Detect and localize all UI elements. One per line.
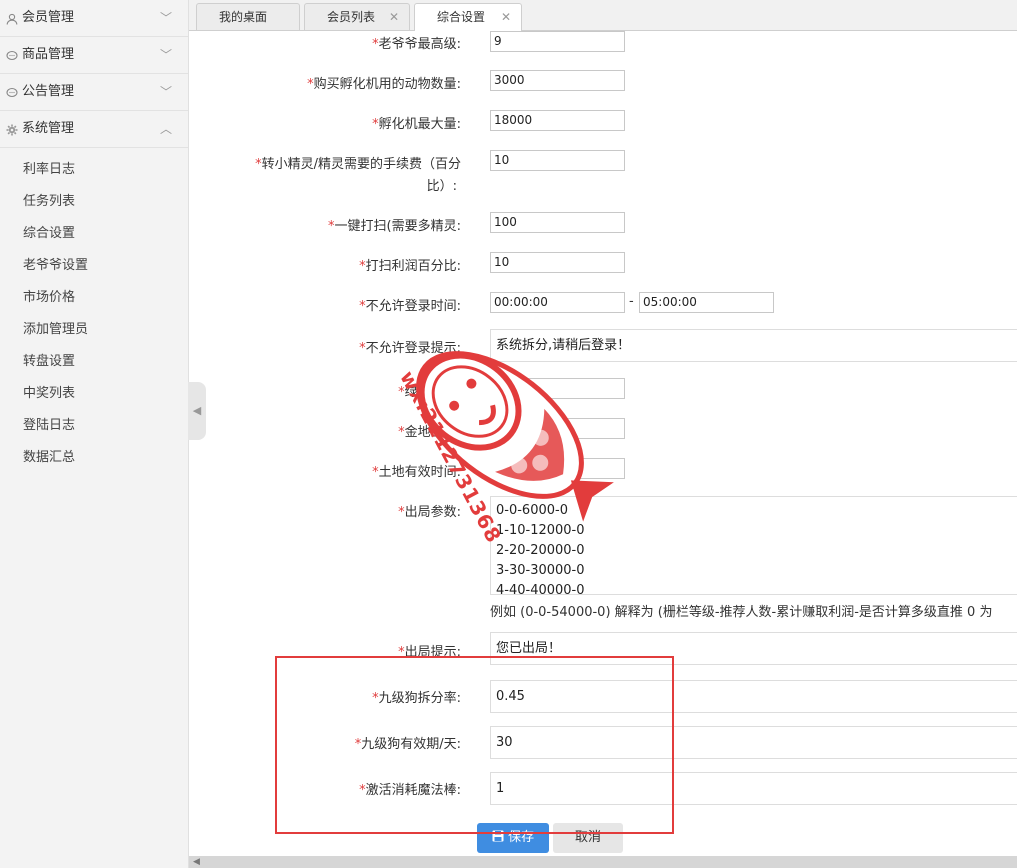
- field-label: *不允许登录时间:: [359, 299, 461, 314]
- horizontal-scrollbar[interactable]: ◀: [189, 856, 1017, 868]
- close-icon[interactable]: ✕: [389, 4, 399, 30]
- app-root: 会员管理 ﹀ 商品管理 ﹀ 公告管理 ﹀ 系统管理 ︿ 利率日志 任务列表 综合…: [0, 0, 1017, 868]
- user-icon: [5, 0, 19, 36]
- sidebar-item-wheel-settings[interactable]: 转盘设置: [0, 346, 188, 378]
- gear-icon: [5, 111, 19, 147]
- field-label-continuation: 比）:: [426, 179, 457, 194]
- sidebar-item-rate-log[interactable]: 利率日志: [0, 154, 188, 186]
- sidebar-group-label: 系统管理: [22, 121, 75, 136]
- gold-land-limit-input[interactable]: 30000: [490, 418, 625, 439]
- sidebar-group-label: 商品管理: [22, 47, 75, 62]
- field-label: *老爷爷最高级:: [372, 37, 461, 52]
- textarea-line: 1-10-12000-0: [496, 523, 585, 538]
- textarea-line: 4-40-40000-0: [496, 583, 585, 595]
- incubator-max-input[interactable]: 18000: [490, 110, 625, 131]
- sidebar-item-grandpa-settings[interactable]: 老爷爷设置: [0, 250, 188, 282]
- sidebar-group-label: 会员管理: [22, 10, 75, 25]
- sidebar-item-market-price[interactable]: 市场价格: [0, 282, 188, 314]
- sidebar: 会员管理 ﹀ 商品管理 ﹀ 公告管理 ﹀ 系统管理 ︿ 利率日志 任务列表 综合…: [0, 0, 189, 868]
- chevron-down-icon: ﹀: [159, 48, 172, 62]
- field-label: *金地上限:: [398, 425, 461, 440]
- sidebar-item-task-list[interactable]: 任务列表: [0, 186, 188, 218]
- field-label: *不允许登录提示:: [359, 341, 461, 356]
- sidebar-item-add-admin[interactable]: 添加管理员: [0, 314, 188, 346]
- chevron-down-icon: ﹀: [159, 11, 172, 25]
- sidebar-submenu: 利率日志 任务列表 综合设置 老爷爷设置 市场价格 添加管理员 转盘设置 中奖列…: [0, 148, 188, 474]
- field-label: *购买孵化机用的动物数量:: [307, 77, 461, 92]
- sidebar-group-members[interactable]: 会员管理 ﹀: [0, 0, 188, 37]
- tab-desktop[interactable]: 我的桌面: [196, 3, 300, 30]
- field-label: *出局参数:: [398, 505, 461, 520]
- textarea-line: 0-0-6000-0: [496, 503, 568, 518]
- no-login-message-input[interactable]: 系统拆分,请稍后登录！: [490, 329, 1017, 362]
- tab-member-list[interactable]: 会员列表 ✕: [304, 3, 410, 30]
- field-label: *绿地上限:: [398, 385, 461, 400]
- field-label: *打扫利润百分比:: [359, 259, 461, 274]
- sidebar-item-login-log[interactable]: 登陆日志: [0, 410, 188, 442]
- tab-label: 综合设置: [437, 10, 486, 24]
- sidebar-group-notices[interactable]: 公告管理 ﹀: [0, 74, 188, 111]
- sidebar-item-data-summary[interactable]: 数据汇总: [0, 442, 188, 474]
- chat-icon: [5, 37, 19, 73]
- transfer-fee-input[interactable]: 10: [490, 150, 625, 171]
- incubator-animal-count-input[interactable]: 3000: [490, 70, 625, 91]
- textarea-line: 3-30-30000-0: [496, 563, 585, 578]
- sidebar-item-winners-list[interactable]: 中奖列表: [0, 378, 188, 410]
- chevron-up-icon: ︿: [159, 122, 172, 136]
- sidebar-group-system[interactable]: 系统管理 ︿: [0, 111, 188, 148]
- field-label: *土地有效时间:: [372, 465, 461, 480]
- green-land-limit-input[interactable]: 1000: [490, 378, 625, 399]
- field-label: *转小精灵/精灵需要的手续费（百分: [255, 157, 461, 172]
- sidebar-group-label: 公告管理: [22, 84, 75, 99]
- scroll-left-icon[interactable]: ◀: [193, 856, 200, 868]
- tab-label: 我的桌面: [219, 10, 268, 24]
- no-login-end-time-input[interactable]: 05:00:00: [639, 292, 774, 313]
- annotation-highlight-box: [275, 656, 674, 834]
- field-label: *一键打扫(需要多精灵:: [328, 219, 461, 234]
- land-valid-time-input[interactable]: 10000: [490, 458, 625, 479]
- textarea-line: 2-20-20000-0: [496, 543, 585, 558]
- field-label: *孵化机最大量:: [372, 117, 461, 132]
- grandpa-max-level-input[interactable]: 9: [490, 31, 625, 52]
- sidebar-group-products[interactable]: 商品管理 ﹀: [0, 37, 188, 74]
- exit-params-example-hint: 例如 (0-0-54000-0) 解释为 (栅栏等级-推荐人数-累计赚取利润-是…: [490, 605, 993, 620]
- tab-general-settings[interactable]: 综合设置 ✕: [414, 3, 522, 31]
- no-login-start-time-input[interactable]: 00:00:00: [490, 292, 625, 313]
- time-range-separator: -: [629, 294, 634, 309]
- clean-profit-percent-input[interactable]: 10: [490, 252, 625, 273]
- chevron-down-icon: ﹀: [159, 85, 172, 99]
- sidebar-item-general-settings[interactable]: 综合设置: [0, 218, 188, 250]
- close-icon[interactable]: ✕: [501, 4, 511, 30]
- tab-bar: 我的桌面 会员列表 ✕ 综合设置 ✕: [189, 0, 1017, 31]
- exit-params-textarea[interactable]: 0-0-6000-0 1-10-12000-0 2-20-20000-0 3-3…: [490, 496, 1017, 595]
- one-click-clean-input[interactable]: 100: [490, 212, 625, 233]
- tab-label: 会员列表: [327, 10, 376, 24]
- chat-icon: [5, 74, 19, 110]
